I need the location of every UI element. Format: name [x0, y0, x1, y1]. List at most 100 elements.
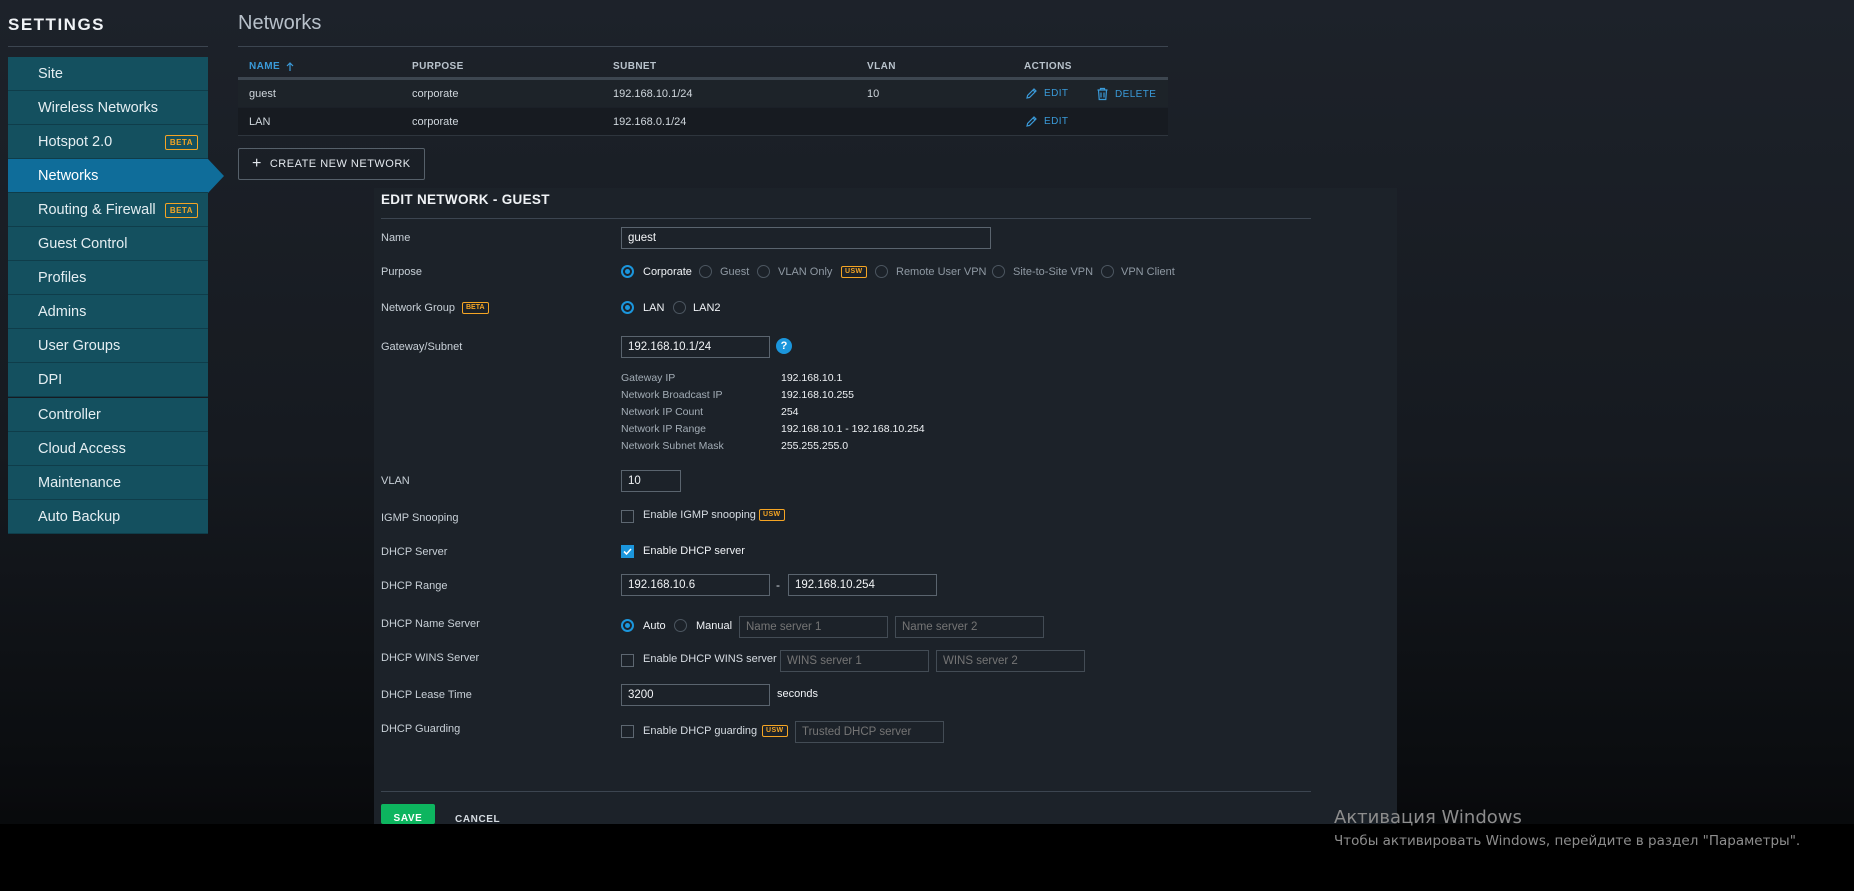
- igmp-label: IGMP Snooping: [381, 512, 459, 524]
- igmp-checkbox[interactable]: [621, 510, 634, 523]
- cell-purpose: corporate: [412, 116, 459, 128]
- table-row[interactable]: guest corporate 192.168.10.1/24 10 EDIT …: [238, 80, 1168, 107]
- table-row[interactable]: LAN corporate 192.168.0.1/24 EDIT: [238, 108, 1168, 136]
- purpose-site-vpn-radio[interactable]: [992, 265, 1005, 278]
- purpose-option-label: Site-to-Site VPN: [1013, 266, 1094, 278]
- sidebar-item-networks[interactable]: Networks: [8, 159, 224, 193]
- sidebar-item-label: Routing & Firewall: [38, 202, 156, 218]
- windows-activation-title: Активация Windows: [1334, 807, 1522, 828]
- name-server-1-input[interactable]: [739, 616, 888, 638]
- group-lan2-radio[interactable]: [673, 301, 686, 314]
- wins-checkbox[interactable]: [621, 654, 634, 667]
- sidebar-item-guest-control[interactable]: Guest Control: [8, 227, 208, 261]
- help-icon[interactable]: ?: [776, 338, 792, 354]
- dhcp-server-label: DHCP Server: [381, 546, 448, 558]
- column-header-subnet[interactable]: SUBNET: [613, 61, 657, 72]
- purpose-vlan-only-radio[interactable]: [757, 265, 770, 278]
- dhcp-range-label: DHCP Range: [381, 580, 448, 592]
- vlan-input[interactable]: [621, 470, 681, 492]
- gateway-subnet-input[interactable]: [621, 336, 770, 358]
- edit-button[interactable]: EDIT: [1025, 115, 1068, 128]
- page-title: Networks: [238, 12, 322, 34]
- purpose-option-label: VLAN Only: [778, 266, 833, 278]
- checkmark-icon: [623, 548, 632, 556]
- column-header-actions: ACTIONS: [1024, 61, 1072, 72]
- dhcp-range-start-input[interactable]: [621, 574, 770, 596]
- create-network-label: CREATE NEW NETWORK: [269, 158, 411, 170]
- name-server-auto-radio[interactable]: [621, 619, 634, 632]
- divider: [238, 46, 1168, 47]
- name-server-2-input[interactable]: [895, 616, 1044, 638]
- trash-icon: [1097, 87, 1108, 101]
- name-server-option-label: Manual: [696, 620, 733, 632]
- column-header-purpose[interactable]: PURPOSE: [412, 61, 464, 72]
- cell-name: guest: [249, 88, 276, 100]
- lease-time-input[interactable]: [621, 684, 770, 706]
- info-value: 192.168.10.1: [781, 372, 843, 384]
- sidebar-item-maintenance[interactable]: Maintenance: [8, 466, 208, 500]
- dhcp-range-end-input[interactable]: [788, 574, 937, 596]
- purpose-option-label: VPN Client: [1121, 266, 1175, 278]
- sidebar-item-controller[interactable]: Controller: [8, 398, 208, 432]
- sidebar-item-label: Admins: [38, 304, 87, 320]
- trusted-dhcp-server-input[interactable]: [795, 721, 944, 743]
- sidebar-item-label: Hotspot 2.0: [38, 134, 113, 150]
- sidebar-item-cloud-access[interactable]: Cloud Access: [8, 432, 208, 466]
- arrow-up-icon: [286, 61, 294, 71]
- column-header-name[interactable]: NAME: [249, 61, 294, 72]
- sidebar-item-dpi[interactable]: DPI: [8, 363, 208, 397]
- sidebar-item-label: Maintenance: [38, 475, 122, 491]
- info-value: 192.168.10.1 - 192.168.10.254: [781, 423, 925, 435]
- pencil-icon: [1026, 88, 1037, 99]
- purpose-option-label: Remote User VPN: [896, 266, 987, 278]
- purpose-option-label: Corporate: [643, 266, 692, 278]
- column-header-vlan[interactable]: VLAN: [867, 61, 896, 72]
- sidebar-item-admins[interactable]: Admins: [8, 295, 208, 329]
- save-button[interactable]: SAVE: [381, 804, 435, 824]
- pencil-icon: [1026, 116, 1037, 127]
- name-input[interactable]: [621, 227, 991, 249]
- gateway-subnet-label: Gateway/Subnet: [381, 341, 463, 353]
- edit-label: EDIT: [1044, 88, 1069, 99]
- sidebar-item-label: Wireless Networks: [38, 100, 159, 116]
- wins-server-2-input[interactable]: [936, 650, 1085, 672]
- name-server-manual-radio[interactable]: [674, 619, 687, 632]
- usw-badge: USW: [762, 725, 788, 737]
- sidebar-item-label: User Groups: [38, 338, 121, 354]
- lease-time-label: DHCP Lease Time: [381, 689, 472, 701]
- beta-badge: BETA: [461, 302, 489, 314]
- cell-subnet: 192.168.10.1/24: [613, 88, 693, 100]
- group-lan-radio[interactable]: [621, 301, 634, 314]
- sidebar-item-routing-firewall[interactable]: Routing & Firewall BETA: [8, 193, 208, 227]
- sidebar-item-hotspot[interactable]: Hotspot 2.0 BETA: [8, 125, 208, 159]
- purpose-remote-vpn-radio[interactable]: [875, 265, 888, 278]
- purpose-corporate-radio[interactable]: [621, 265, 634, 278]
- delete-button[interactable]: DELETE: [1096, 87, 1156, 101]
- lease-unit: seconds: [777, 688, 818, 700]
- purpose-option-label: Guest: [720, 266, 750, 278]
- sidebar-item-label: DPI: [38, 372, 63, 388]
- dhcp-guarding-checkbox[interactable]: [621, 725, 634, 738]
- sidebar-item-site[interactable]: Site: [8, 57, 208, 91]
- sidebar-item-label: Guest Control: [38, 236, 128, 252]
- usw-badge: USW: [841, 266, 867, 278]
- sidebar-item-wireless-networks[interactable]: Wireless Networks: [8, 91, 208, 125]
- beta-badge: BETA: [164, 203, 198, 218]
- wins-server-1-input[interactable]: [780, 650, 929, 672]
- group-option-label: LAN2: [693, 302, 721, 314]
- info-value: 254: [781, 406, 799, 418]
- edit-button[interactable]: EDIT: [1025, 87, 1068, 100]
- sidebar-item-user-groups[interactable]: User Groups: [8, 329, 208, 363]
- purpose-vpn-client-radio[interactable]: [1101, 265, 1114, 278]
- sidebar-item-auto-backup[interactable]: Auto Backup: [8, 500, 208, 534]
- sidebar-item-profiles[interactable]: Profiles: [8, 261, 208, 295]
- windows-activation-subtitle: Чтобы активировать Windows, перейдите в …: [1334, 833, 1801, 849]
- create-network-button[interactable]: + CREATE NEW NETWORK: [238, 148, 425, 180]
- dhcp-server-checkbox[interactable]: [621, 545, 634, 558]
- divider: [8, 46, 208, 47]
- divider: [381, 791, 1311, 792]
- cell-name: LAN: [249, 116, 271, 128]
- network-group-label: Network Group BETA: [381, 302, 489, 314]
- purpose-guest-radio[interactable]: [699, 265, 712, 278]
- vlan-label: VLAN: [381, 475, 410, 487]
